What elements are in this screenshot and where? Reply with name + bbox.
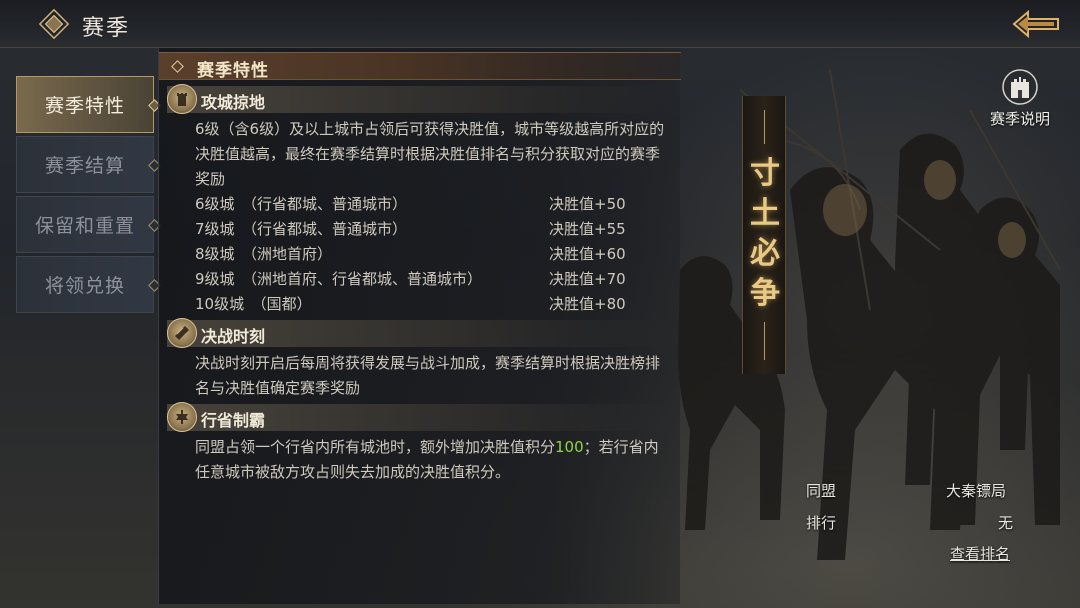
tab-retain-and-reset[interactable]: 保留和重置	[16, 196, 161, 253]
city-row: 9级城 （洲地首府、行省都城、普通城市） 决胜值+70	[195, 267, 670, 292]
tab-label: 保留和重置	[34, 215, 135, 237]
city-score: 决胜值+60	[549, 245, 626, 263]
section-header: 决战时刻	[167, 318, 672, 348]
section-title: 攻城掠地	[201, 93, 266, 112]
city-row: 8级城 （洲地首府） 决胜值+60	[195, 242, 670, 267]
city-score: 决胜值+70	[549, 270, 626, 288]
slogan-char: 争	[750, 276, 780, 311]
slogan-char: 必	[750, 236, 780, 271]
banner-flag-icon	[167, 402, 197, 432]
view-ranking-link[interactable]: 查看排名	[950, 543, 1010, 564]
section-decisive-moment: 决战时刻 决战时刻开启后每周将获得发展与战斗加成，赛季结算时根据决胜榜排名与决胜…	[167, 318, 672, 401]
banner-ornament	[764, 110, 765, 144]
season-info-label: 赛季说明	[989, 110, 1050, 128]
city-level: 8级城 （洲地首府）	[195, 245, 333, 263]
back-arrow-icon[interactable]	[1008, 8, 1064, 40]
section-header: 行省制霸	[167, 402, 672, 432]
city-level: 10级城 （国都）	[195, 295, 312, 313]
city-row: 10级城 （国都） 决胜值+80	[195, 292, 670, 317]
alliance-name: 大秦镖局	[946, 482, 1007, 500]
tab-label: 赛季结算	[44, 155, 125, 177]
alliance-label: 同盟	[806, 482, 837, 500]
diamond-icon	[171, 60, 184, 73]
season-tabs: 赛季特性 赛季结算 保留和重置 将领兑换	[16, 76, 161, 316]
castle-emblem-icon	[1002, 69, 1038, 105]
rank-value: 无	[998, 514, 1014, 532]
tab-general-exchange[interactable]: 将领兑换	[16, 256, 161, 313]
section-description: 同盟占领一个行省内所有城池时，额外增加决胜值积分100；若行省内任意城市被敌方攻…	[195, 435, 670, 485]
section-province-domination: 行省制霸 同盟占领一个行省内所有城池时，额外增加决胜值积分100；若行省内任意城…	[167, 402, 672, 485]
page-title: 赛季	[82, 16, 131, 41]
tab-season-features[interactable]: 赛季特性	[16, 76, 161, 133]
city-level: 7级城 （行省都城、普通城市）	[195, 220, 408, 238]
desc-text: 同盟占领一个行省内所有城池时，额外增加决胜值积分	[195, 438, 556, 456]
slogan-banner: 寸 土 必 争	[742, 96, 786, 374]
section-description: 决战时刻开启后每周将获得发展与战斗加成，赛季结算时根据决胜榜排名与决胜值确定赛季…	[195, 354, 661, 397]
season-info-button[interactable]: 赛季说明	[982, 68, 1058, 130]
features-panel: 赛季特性 攻城掠地 6级（含6级）及以上城市占领后可获得决胜值，城市等级越高所对…	[158, 48, 681, 604]
slogan-char: 土	[750, 196, 780, 231]
tab-label: 将领兑换	[44, 275, 125, 297]
city-score: 决胜值+50	[549, 195, 626, 213]
city-value-list: 6级城 （行省都城、普通城市） 决胜值+50 7级城 （行省都城、普通城市） 决…	[195, 192, 670, 317]
city-level: 6级城 （行省都城、普通城市）	[195, 195, 408, 213]
section-title: 行省制霸	[201, 411, 266, 430]
panel-title: 赛季特性	[197, 61, 269, 81]
banner-ornament	[764, 322, 765, 360]
cavalry-artwork	[678, 70, 1061, 560]
panel-header: 赛季特性	[159, 52, 681, 81]
rank-label: 排行	[806, 514, 837, 532]
city-row: 6级城 （行省都城、普通城市） 决胜值+50	[195, 192, 670, 217]
season-emblem-icon	[38, 8, 70, 40]
tab-season-settlement[interactable]: 赛季结算	[16, 136, 161, 193]
slogan-text: 寸 土 必 争	[743, 154, 787, 314]
bonus-value: 100	[555, 438, 584, 456]
top-bar: 赛季	[0, 0, 1080, 48]
city-level: 9级城 （洲地首府、行省都城、普通城市）	[195, 270, 483, 288]
section-title: 决战时刻	[201, 327, 266, 346]
city-score: 决胜值+55	[549, 220, 626, 238]
section-header: 攻城掠地	[167, 84, 672, 114]
city-score: 决胜值+80	[549, 295, 626, 313]
slogan-char: 寸	[750, 156, 780, 191]
section-description: 6级（含6级）及以上城市占领后可获得决胜值，城市等级越高所对应的决胜值越高，最终…	[195, 120, 665, 188]
city-row: 7级城 （行省都城、普通城市） 决胜值+55	[195, 217, 670, 242]
tower-icon	[167, 84, 197, 114]
section-conquest: 攻城掠地 6级（含6级）及以上城市占领后可获得决胜值，城市等级越高所对应的决胜值…	[167, 84, 672, 317]
tab-label: 赛季特性	[44, 95, 125, 117]
scroll-icon	[167, 318, 197, 348]
